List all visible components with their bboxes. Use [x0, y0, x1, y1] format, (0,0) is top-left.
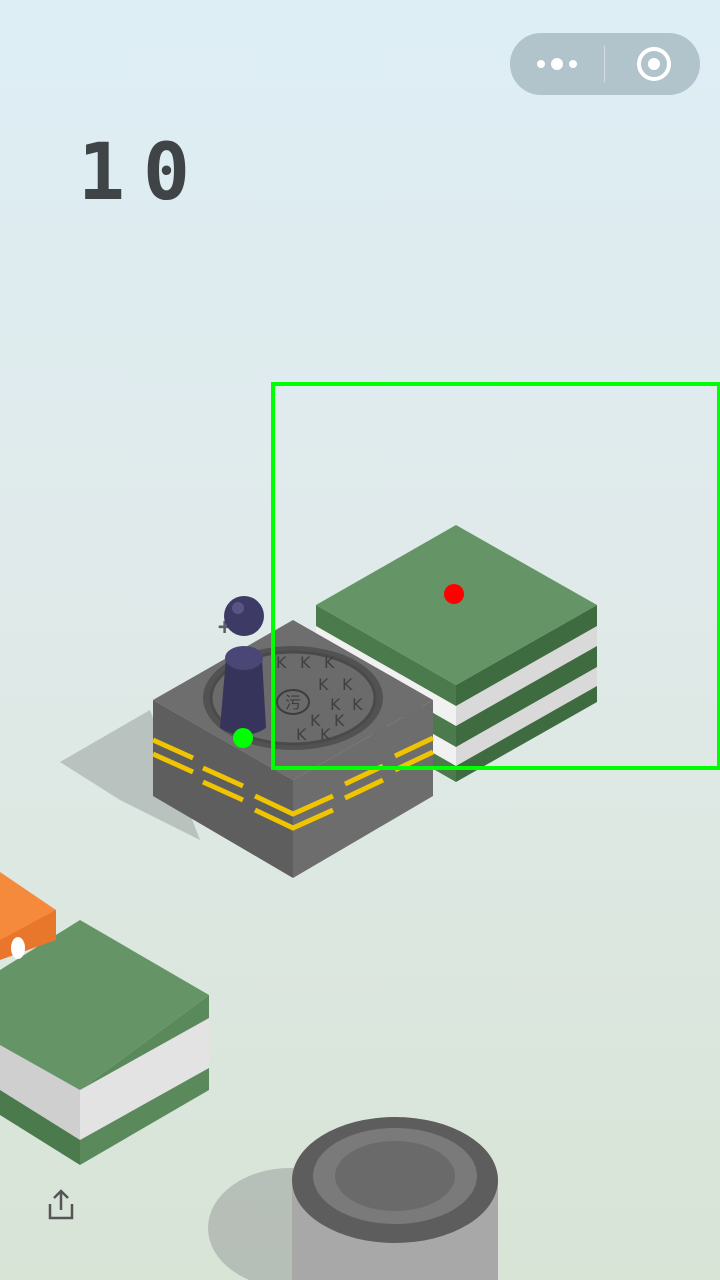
more-button[interactable]	[510, 33, 604, 95]
score-display: 10	[78, 128, 208, 218]
target-point	[444, 584, 464, 604]
left-platform	[0, 920, 209, 1165]
svg-text:K: K	[352, 695, 363, 714]
close-button[interactable]	[605, 33, 700, 95]
share-button[interactable]	[44, 1188, 78, 1222]
svg-text:K: K	[276, 653, 287, 672]
svg-text:K: K	[324, 653, 335, 672]
svg-text:K: K	[296, 725, 307, 744]
svg-text:K: K	[300, 653, 311, 672]
target-circle-icon	[637, 47, 671, 81]
cylinder-platform	[208, 1117, 498, 1280]
svg-text:K: K	[342, 675, 353, 694]
share-icon	[48, 1189, 74, 1220]
more-dots-icon	[537, 58, 577, 70]
svg-text:K: K	[334, 711, 345, 730]
mini-program-capsule	[510, 33, 700, 95]
svg-text:K: K	[318, 675, 329, 694]
svg-text:K: K	[320, 725, 331, 744]
manhole-label: 污	[285, 693, 301, 712]
player-point	[233, 728, 253, 748]
